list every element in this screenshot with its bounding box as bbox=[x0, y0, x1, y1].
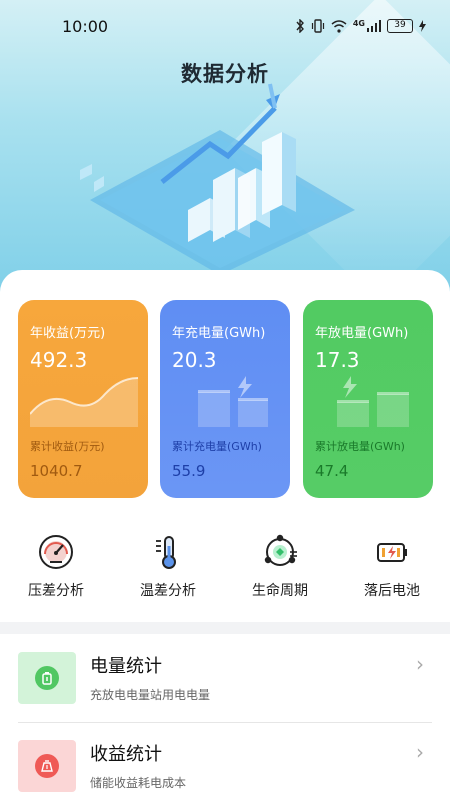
quick-action-pressure-diff[interactable]: 压差分析 bbox=[6, 532, 106, 604]
cellular-signal-icon bbox=[367, 20, 381, 32]
area-chart-decoration-icon bbox=[30, 377, 139, 427]
main-panel: 年收益(万元) 492.3 累计收益(万元) 1040.7 年充电量(GWh) … bbox=[0, 270, 450, 622]
network-type: 4G bbox=[352, 18, 365, 28]
list-item-desc: 储能收益耗电成本 bbox=[90, 776, 187, 790]
quick-action-label: 压差分析 bbox=[28, 583, 84, 599]
battery-glyph-icon bbox=[42, 672, 52, 685]
quick-action-life-cycle[interactable]: 生命周期 bbox=[230, 532, 330, 604]
thermometer-icon bbox=[156, 536, 176, 569]
stat-label: 年充电量(GWh) bbox=[172, 326, 266, 341]
stat-value: 492.3 bbox=[30, 348, 88, 372]
status-time: 10:00 bbox=[62, 16, 109, 36]
analytics-illustration bbox=[80, 83, 355, 270]
battery-icon: 39 bbox=[387, 19, 413, 33]
list-item-title: 收益统计 bbox=[90, 744, 162, 765]
stat-label: 年收益(万元) bbox=[30, 326, 106, 341]
charging-icon bbox=[419, 20, 426, 32]
stat-sub-value: 55.9 bbox=[172, 462, 206, 480]
stats-list: 电量统计 充放电电量站用电电量 › 收益统计 储能收益耗电成本 › bbox=[0, 634, 450, 800]
chevron-right-icon: › bbox=[416, 652, 424, 676]
discharging-bars-decoration-icon bbox=[337, 376, 409, 427]
money-bag-glyph-icon bbox=[41, 760, 53, 772]
stat-value: 17.3 bbox=[315, 348, 360, 372]
status-bar: 10:00 4G 39 bbox=[0, 0, 450, 52]
stat-sub-value: 1040.7 bbox=[30, 462, 83, 480]
stat-card-annual-discharge[interactable]: 年放电量(GWh) 17.3 累计放电量(GWh) 47.4 bbox=[303, 300, 433, 498]
revenue-stats-icon bbox=[18, 740, 76, 792]
stat-card-annual-revenue[interactable]: 年收益(万元) 492.3 累计收益(万元) 1040.7 bbox=[18, 300, 148, 498]
battery-warning-icon bbox=[377, 543, 407, 562]
chevron-right-icon: › bbox=[416, 740, 424, 764]
stat-label: 年放电量(GWh) bbox=[315, 326, 409, 341]
pressure-gauge-icon bbox=[39, 535, 73, 569]
hero-banner: 10:00 4G 39 数据分析 bbox=[0, 0, 450, 300]
list-item-title: 电量统计 bbox=[90, 656, 162, 677]
stat-value: 20.3 bbox=[172, 348, 217, 372]
life-cycle-icon bbox=[264, 534, 297, 566]
vibrate-icon bbox=[311, 19, 324, 33]
quick-action-lagging-battery[interactable]: 落后电池 bbox=[342, 532, 442, 604]
wifi-icon bbox=[331, 19, 347, 33]
quick-action-label: 落后电池 bbox=[364, 583, 420, 599]
quick-action-label: 生命周期 bbox=[252, 583, 308, 599]
quick-action-label: 温差分析 bbox=[140, 583, 196, 599]
stat-sub-label: 累计充电量(GWh) bbox=[172, 440, 262, 453]
stat-sub-value: 47.4 bbox=[315, 462, 349, 480]
charging-bars-decoration-icon bbox=[198, 376, 268, 427]
status-icons: 4G 39 bbox=[295, 19, 426, 33]
list-item-revenue-stats[interactable]: 收益统计 储能收益耗电成本 › bbox=[0, 738, 450, 800]
stat-card-annual-charge[interactable]: 年充电量(GWh) 20.3 累计充电量(GWh) 55.9 bbox=[160, 300, 290, 498]
list-item-desc: 充放电电量站用电电量 bbox=[90, 688, 211, 702]
battery-stats-icon bbox=[18, 652, 76, 704]
bluetooth-icon bbox=[296, 19, 304, 33]
list-divider bbox=[18, 722, 432, 723]
stat-sub-label: 累计收益(万元) bbox=[30, 440, 105, 453]
stat-sub-label: 累计放电量(GWh) bbox=[315, 440, 405, 453]
quick-action-temp-diff[interactable]: 温差分析 bbox=[118, 532, 218, 604]
